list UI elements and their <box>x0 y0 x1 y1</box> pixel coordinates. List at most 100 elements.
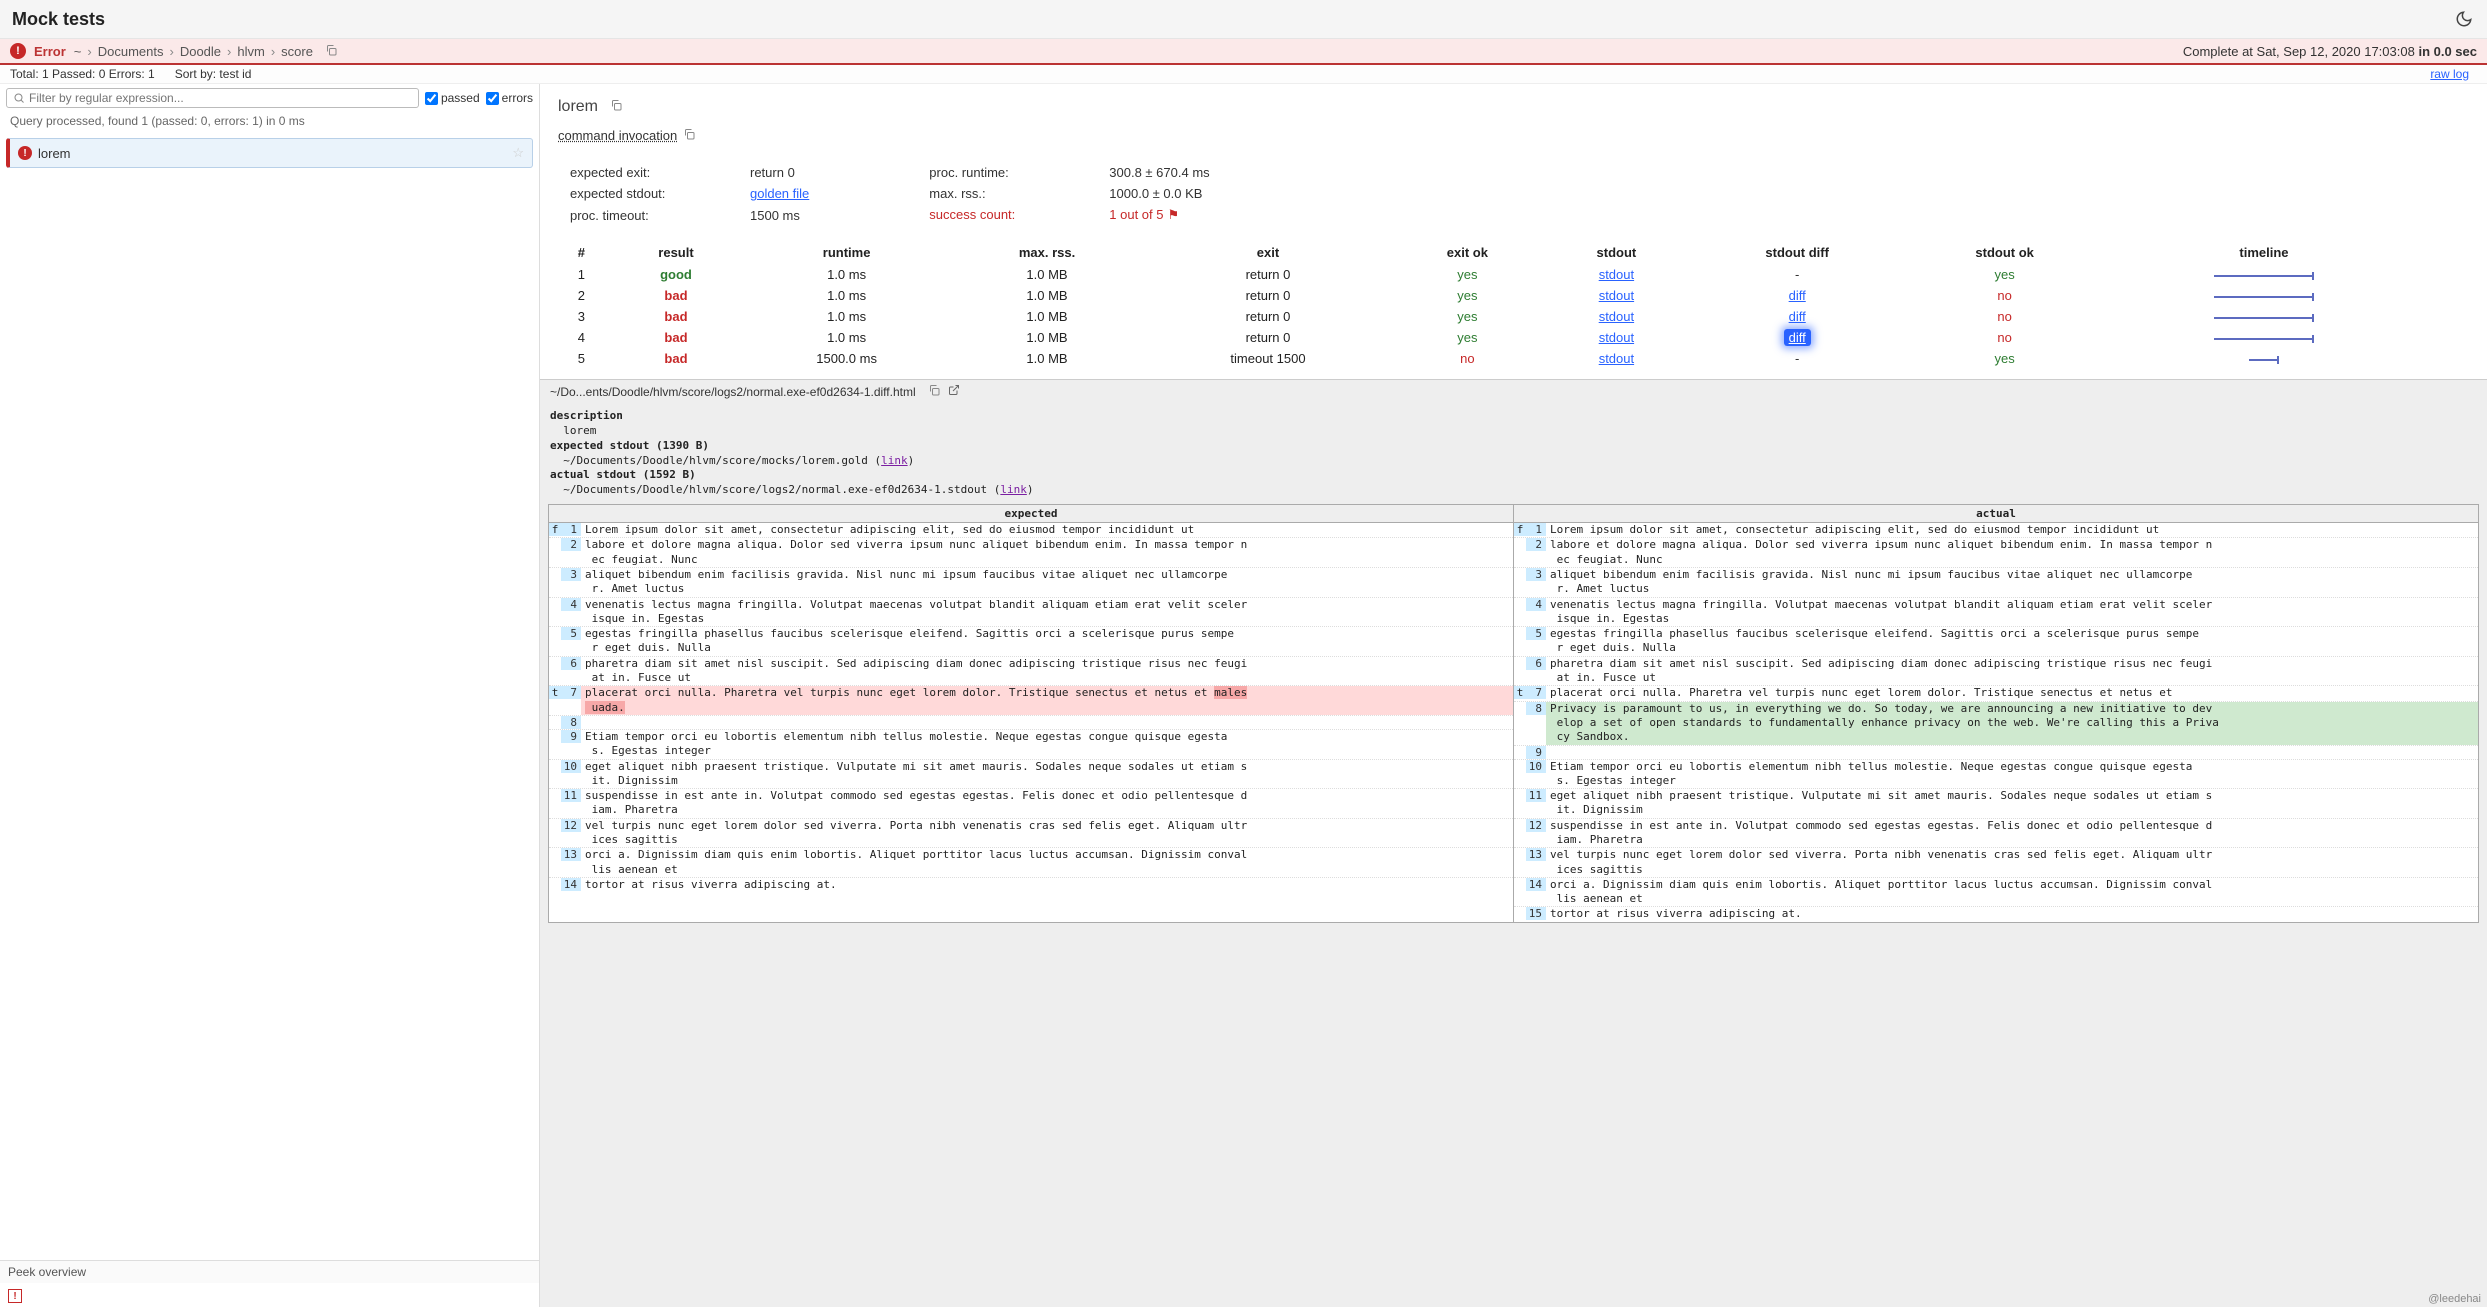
status-label: Error <box>34 44 66 59</box>
diff-line: t7placerat orci nulla. Pharetra vel turp… <box>549 685 1513 715</box>
timeline-bar <box>2214 296 2314 298</box>
table-row[interactable]: 1good1.0 ms1.0 MBreturn 0yesstdout-yes <box>554 264 2423 285</box>
diff-panel: ~/Do...ents/Doodle/hlvm/score/logs2/norm… <box>540 379 2487 1307</box>
counts-text: Total: 1 Passed: 0 Errors: 1 <box>10 67 155 81</box>
diff-line: f1Lorem ipsum dolor sit amet, consectetu… <box>549 523 1513 537</box>
link[interactable]: link <box>881 454 908 467</box>
test-list: ! lorem ☆ <box>0 134 539 1260</box>
copy-title-icon[interactable] <box>610 98 622 116</box>
diff-line: 5egestas fringilla phasellus faucibus sc… <box>1514 626 2478 656</box>
error-icon: ! <box>18 146 32 160</box>
link[interactable]: link <box>1000 483 1027 496</box>
diff-link[interactable]: diff <box>1784 329 1811 346</box>
info-label: expected stdout: <box>570 186 710 201</box>
meta-bar: Total: 1 Passed: 0 Errors: 1 Sort by: te… <box>0 65 2487 84</box>
dark-mode-toggle[interactable] <box>2453 8 2475 30</box>
stdout-link[interactable]: stdout <box>1599 267 1634 282</box>
diff-line: 4venenatis lectus magna fringilla. Volut… <box>549 597 1513 627</box>
diff-line: 6pharetra diam sit amet nisl suscipit. S… <box>549 656 1513 686</box>
diff-head-actual: actual <box>1514 505 2478 522</box>
stdout-link[interactable]: stdout <box>1599 330 1634 345</box>
test-row[interactable]: ! lorem ☆ <box>6 138 533 168</box>
command-invocation-link[interactable]: command invocation <box>558 128 695 143</box>
peek-overview-label: Peek overview <box>0 1260 539 1283</box>
runs-table: #resultruntimemax. rss.exitexit okstdout… <box>554 241 2423 369</box>
diff-line: 10Etiam tempor orci eu lobortis elementu… <box>1514 759 2478 789</box>
diff-line: 12suspendisse in est ante in. Volutpat c… <box>1514 818 2478 848</box>
timeline-bar <box>2249 359 2279 361</box>
errors-checkbox-label[interactable]: errors <box>486 91 533 105</box>
copy-diff-path-icon[interactable] <box>928 384 940 399</box>
table-header: max. rss. <box>950 241 1144 264</box>
diff-line: 2labore et dolore magna aliqua. Dolor se… <box>549 537 1513 567</box>
diff-line: 8 <box>549 715 1513 729</box>
query-message: Query processed, found 1 (passed: 0, err… <box>0 112 539 134</box>
star-icon[interactable]: ☆ <box>512 145 524 161</box>
right-pane: lorem command invocation expected exit: r… <box>540 84 2487 1307</box>
table-header: exit <box>1144 241 1392 264</box>
info-label: success count: <box>929 207 1069 223</box>
table-header: stdout diff <box>1690 241 1905 264</box>
stdout-link[interactable]: stdout <box>1599 288 1634 303</box>
error-icon: ! <box>10 43 26 59</box>
diff-head-expected: expected <box>549 505 1514 522</box>
table-header: timeline <box>2105 241 2423 264</box>
table-row[interactable]: 2bad1.0 ms1.0 MBreturn 0yesstdoutdiffno <box>554 285 2423 306</box>
diff-line: 8Privacy is paramount to us, in everythi… <box>1514 701 2478 745</box>
errors-checkbox[interactable] <box>486 92 499 105</box>
diff-line: 15tortor at risus viverra adipiscing at. <box>1514 906 2478 921</box>
diff-line: 13vel turpis nunc eget lorem dolor sed v… <box>1514 847 2478 877</box>
info-value: 300.8 ± 670.4 ms <box>1109 165 1209 180</box>
diff-line: 14orci a. Dignissim diam quis enim lobor… <box>1514 877 2478 907</box>
test-name: lorem <box>38 146 71 161</box>
peek-icons: ! <box>0 1283 539 1307</box>
timeline-bar <box>2214 317 2314 319</box>
footer-credit: @leedehai <box>2428 1293 2481 1305</box>
external-link-icon[interactable] <box>948 384 960 399</box>
diff-line: f1Lorem ipsum dolor sit amet, consectetu… <box>1514 523 2478 537</box>
diff-line: 11suspendisse in est ante in. Volutpat c… <box>549 788 1513 818</box>
diff-line: 13orci a. Dignissim diam quis enim lobor… <box>549 847 1513 877</box>
table-header: # <box>554 241 609 264</box>
left-pane: passed errors Query processed, found 1 (… <box>0 84 540 1307</box>
diff-link[interactable]: diff <box>1789 309 1806 324</box>
diff-line: 9Etiam tempor orci eu lobortis elementum… <box>549 729 1513 759</box>
info-value[interactable]: golden file <box>750 186 809 201</box>
copy-command-icon[interactable] <box>683 128 695 143</box>
diff-line: 11eget aliquet nibh praesent tristique. … <box>1514 788 2478 818</box>
titlebar: Mock tests <box>0 0 2487 39</box>
passed-checkbox-label[interactable]: passed <box>425 91 480 105</box>
table-row[interactable]: 3bad1.0 ms1.0 MBreturn 0yesstdoutdiffno <box>554 306 2423 327</box>
table-row[interactable]: 5bad1500.0 ms1.0 MBtimeout 1500nostdout-… <box>554 348 2423 369</box>
filter-input[interactable] <box>29 91 412 105</box>
stdout-link[interactable]: stdout <box>1599 309 1634 324</box>
filter-input-wrap[interactable] <box>6 88 419 108</box>
table-header: stdout <box>1543 241 1690 264</box>
table-header: runtime <box>743 241 950 264</box>
diff-link[interactable]: diff <box>1789 288 1806 303</box>
diff-line: t7placerat orci nulla. Pharetra vel turp… <box>1514 685 2478 700</box>
diff-table: expected actual f1Lorem ipsum dolor sit … <box>548 504 2479 923</box>
diff-line: 3aliquet bibendum enim facilisis gravida… <box>549 567 1513 597</box>
copy-path-icon[interactable] <box>325 44 337 59</box>
detail-title: lorem <box>558 98 2469 116</box>
peek-error-badge[interactable]: ! <box>8 1289 22 1303</box>
info-value: 1 out of 5⚑ <box>1109 207 1209 223</box>
timeline-bar <box>2214 275 2314 277</box>
diff-path: ~/Do...ents/Doodle/hlvm/score/logs2/norm… <box>550 385 916 399</box>
status-complete: Complete at Sat, Sep 12, 2020 17:03:08 i… <box>2183 44 2477 59</box>
diff-line: 14tortor at risus viverra adipiscing at. <box>549 877 1513 892</box>
status-bar: ! Error ~›Documents›Doodle›hlvm›score Co… <box>0 39 2487 65</box>
breadcrumb: ~›Documents›Doodle›hlvm›score <box>74 44 313 59</box>
diff-line: 6pharetra diam sit amet nisl suscipit. S… <box>1514 656 2478 686</box>
stdout-link[interactable]: stdout <box>1599 351 1634 366</box>
info-value: return 0 <box>750 165 809 180</box>
raw-log-link[interactable]: raw log <box>2430 67 2469 81</box>
diff-line: 4venenatis lectus magna fringilla. Volut… <box>1514 597 2478 627</box>
diff-line: 2labore et dolore magna aliqua. Dolor se… <box>1514 537 2478 567</box>
info-value: 1500 ms <box>750 208 809 223</box>
info-label: expected exit: <box>570 165 710 180</box>
passed-checkbox[interactable] <box>425 92 438 105</box>
table-row[interactable]: 4bad1.0 ms1.0 MBreturn 0yesstdoutdiffno <box>554 327 2423 348</box>
info-label: proc. timeout: <box>570 208 710 223</box>
